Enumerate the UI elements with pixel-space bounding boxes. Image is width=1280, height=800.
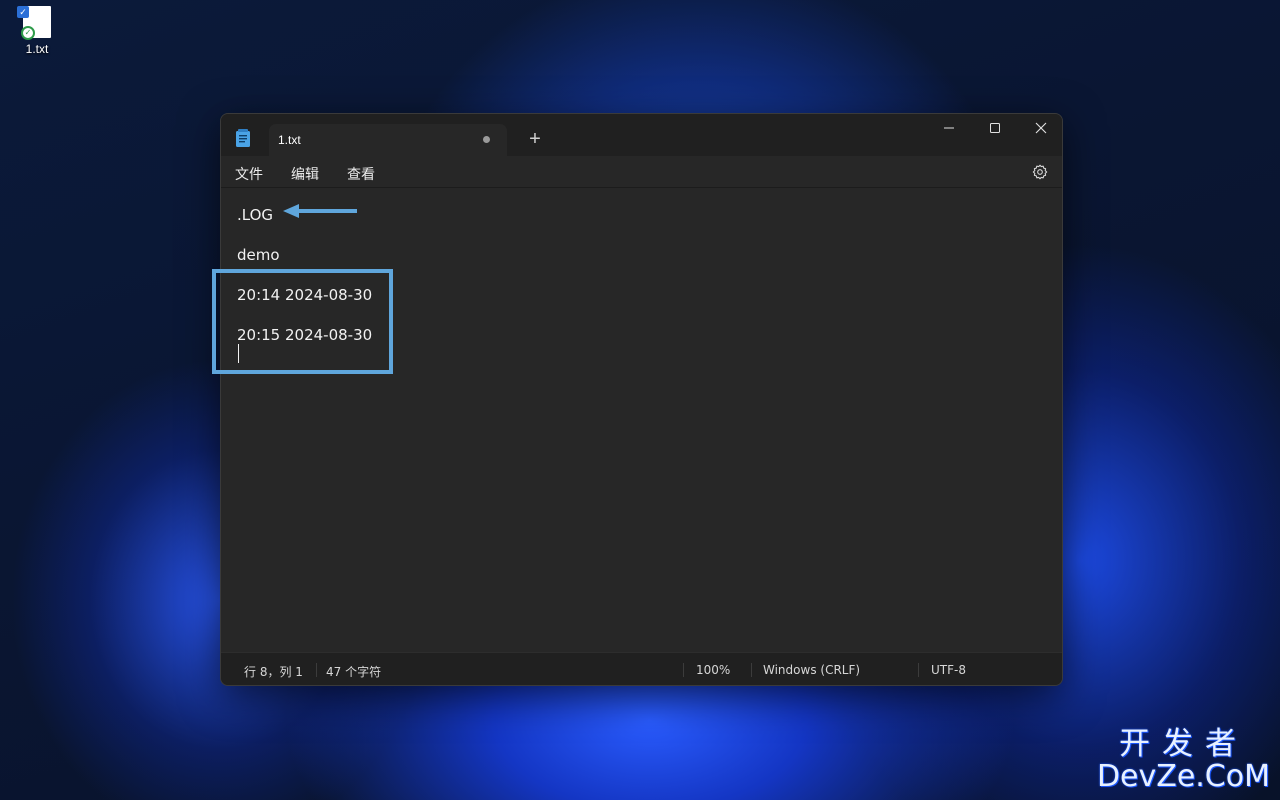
desktop-file-label: 1.txt <box>25 42 49 56</box>
editor-line: .LOG <box>237 206 274 224</box>
menu-view[interactable]: 查看 <box>347 164 375 184</box>
character-count: 47 个字符 <box>326 665 382 679</box>
close-icon <box>1035 122 1047 134</box>
notepad-icon <box>236 129 250 147</box>
tab-modified-dot-icon[interactable] <box>483 136 490 143</box>
status-divider <box>751 663 752 677</box>
title-bar[interactable]: 1.txt + <box>221 114 1062 156</box>
document-tab[interactable]: 1.txt <box>269 124 507 156</box>
editor-line: demo <box>237 246 280 264</box>
watermark: 开发者 DevZe.CoM <box>1097 718 1270 794</box>
sync-status-icon: ✓ <box>21 26 35 40</box>
watermark-en: DevZe.CoM <box>1096 759 1270 794</box>
maximize-icon <box>990 123 1000 133</box>
annotation-highlight-box <box>212 269 393 374</box>
annotation-arrow-icon <box>283 204 357 218</box>
status-divider <box>316 663 317 677</box>
notepad-window: 1.txt + 文件 编辑 查看 .LOG demo 20:14 2024-08… <box>220 113 1063 686</box>
minimize-button[interactable] <box>926 114 972 144</box>
tab-title: 1.txt <box>278 133 301 147</box>
new-tab-button[interactable]: + <box>521 125 549 153</box>
line-ending[interactable]: Windows (CRLF) <box>763 663 860 677</box>
desktop-file-icon[interactable]: ✓ ✓ 1.txt <box>14 6 60 56</box>
close-button[interactable] <box>1018 114 1062 144</box>
menu-bar: 文件 编辑 查看 <box>221 156 1062 188</box>
maximize-button[interactable] <box>972 114 1018 144</box>
watermark-cn: 开发者 <box>1118 726 1248 762</box>
encoding[interactable]: UTF-8 <box>931 663 966 677</box>
status-divider <box>683 663 684 677</box>
settings-gear-icon[interactable] <box>1032 164 1048 180</box>
minimize-icon <box>944 127 954 129</box>
text-editor[interactable]: .LOG demo 20:14 2024-08-30 20:15 2024-08… <box>221 189 1062 651</box>
text-file-icon: ✓ ✓ <box>17 6 51 40</box>
cursor-position: 行 8，列 1 <box>244 665 303 679</box>
menu-edit[interactable]: 编辑 <box>291 164 319 184</box>
status-bar: 行 8，列 1 47 个字符 100% Windows (CRLF) UTF-8 <box>221 652 1062 685</box>
zoom-level[interactable]: 100% <box>696 663 730 677</box>
status-divider <box>918 663 919 677</box>
menu-file[interactable]: 文件 <box>235 164 263 184</box>
checkbox-icon: ✓ <box>17 6 29 18</box>
